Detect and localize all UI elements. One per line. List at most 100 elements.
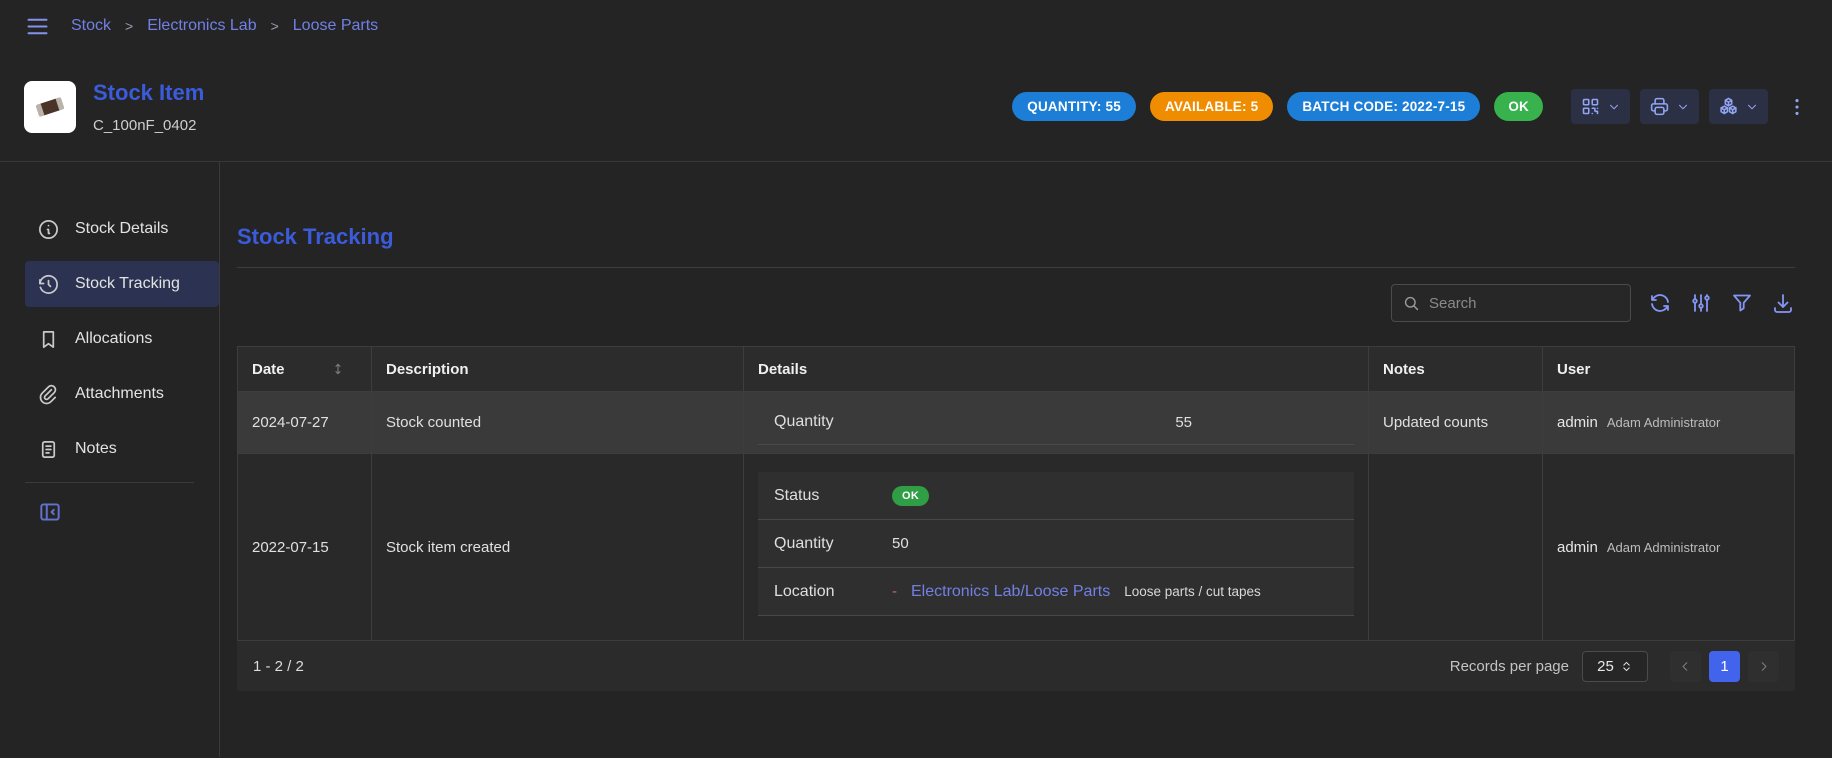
barcode-actions-button[interactable] bbox=[1571, 89, 1630, 124]
download-icon bbox=[1771, 291, 1795, 315]
table-row[interactable]: 2022-07-15 Stock item created Status OK … bbox=[238, 454, 1794, 640]
batch-code-badge: BATCH CODE: 2022-7-15 bbox=[1287, 92, 1480, 121]
filter-button[interactable] bbox=[1730, 291, 1754, 315]
adjustments-icon bbox=[1689, 291, 1713, 315]
page-1-button[interactable]: 1 bbox=[1709, 651, 1740, 682]
search-icon bbox=[1402, 294, 1421, 313]
user-cell: admin Adam Administrator bbox=[1543, 392, 1794, 453]
breadcrumb-stock[interactable]: Stock bbox=[71, 17, 111, 35]
paperclip-icon bbox=[37, 383, 60, 406]
stock-cubes-icon bbox=[1718, 96, 1739, 117]
table-columns-button[interactable] bbox=[1689, 291, 1713, 315]
breadcrumb-loose-parts[interactable]: Loose Parts bbox=[293, 17, 378, 35]
available-badge: AVAILABLE: 5 bbox=[1150, 92, 1273, 121]
date-cell: 2022-07-15 bbox=[238, 454, 372, 640]
qr-code-icon bbox=[1580, 96, 1601, 117]
top-navigation-bar: Stock > Electronics Lab > Loose Parts bbox=[0, 0, 1832, 52]
status-ok-pill: OK bbox=[892, 486, 929, 506]
dots-vertical-icon bbox=[1786, 96, 1808, 118]
location-description: Loose parts / cut tapes bbox=[1124, 584, 1261, 599]
detail-quantity-row: Quantity 50 bbox=[758, 520, 1354, 568]
username: admin bbox=[1557, 539, 1598, 556]
notes-cell: Updated counts bbox=[1369, 392, 1543, 453]
stock-actions-button[interactable] bbox=[1709, 89, 1768, 124]
breadcrumb-electronics-lab[interactable]: Electronics Lab bbox=[147, 17, 256, 35]
sidebar-collapse-button[interactable] bbox=[37, 499, 63, 525]
user-fullname: Adam Administrator bbox=[1607, 415, 1720, 430]
sidebar-item-label: Stock Tracking bbox=[75, 275, 180, 293]
panel-left-collapse-icon bbox=[37, 499, 63, 525]
breadcrumb-separator: > bbox=[271, 18, 279, 34]
previous-page-button[interactable] bbox=[1670, 651, 1701, 682]
quantity-badge: QUANTITY: 55 bbox=[1012, 92, 1136, 121]
column-header-details[interactable]: Details bbox=[744, 347, 1369, 391]
chevron-left-icon bbox=[1678, 659, 1693, 674]
sidebar-item-label: Allocations bbox=[75, 330, 152, 348]
location-link[interactable]: Electronics Lab/Loose Parts bbox=[911, 583, 1110, 601]
printer-icon bbox=[1649, 96, 1670, 117]
history-icon bbox=[37, 273, 60, 296]
panel-heading: Stock Tracking bbox=[237, 224, 1795, 250]
table-header-row: Date Description Details Notes bbox=[238, 347, 1794, 392]
details-cell: Status OK Quantity 50 Location - Electro… bbox=[744, 454, 1369, 640]
stock-tracking-panel: Stock Tracking bbox=[220, 162, 1832, 757]
quantity-value: 50 bbox=[892, 535, 909, 552]
notes-cell bbox=[1369, 454, 1543, 640]
sidebar-item-label: Stock Details bbox=[75, 220, 168, 238]
sidebar-item-allocations[interactable]: Allocations bbox=[25, 316, 219, 362]
more-options-button[interactable] bbox=[1786, 96, 1808, 118]
username: admin bbox=[1557, 414, 1598, 431]
column-header-description[interactable]: Description bbox=[372, 347, 744, 391]
column-header-date[interactable]: Date bbox=[238, 347, 372, 391]
download-button[interactable] bbox=[1771, 291, 1795, 315]
quantity-value: 55 bbox=[892, 414, 1192, 431]
page-title: Stock Item bbox=[93, 80, 204, 106]
sidebar-item-attachments[interactable]: Attachments bbox=[25, 371, 219, 417]
notes-icon bbox=[37, 438, 60, 461]
details-cell: Quantity 55 bbox=[744, 392, 1369, 453]
sidebar-item-label: Attachments bbox=[75, 385, 164, 403]
search-input[interactable] bbox=[1429, 295, 1628, 312]
refresh-icon bbox=[1648, 291, 1672, 315]
filter-funnel-icon bbox=[1730, 291, 1754, 315]
next-page-button[interactable] bbox=[1748, 651, 1779, 682]
column-header-user[interactable]: User bbox=[1543, 347, 1794, 391]
part-thumbnail[interactable] bbox=[24, 81, 76, 133]
description-cell: Stock counted bbox=[372, 392, 744, 453]
header-actions bbox=[1571, 89, 1808, 124]
chevron-down-icon bbox=[1607, 100, 1621, 114]
chevron-down-icon bbox=[1676, 100, 1690, 114]
search-box bbox=[1391, 284, 1631, 322]
heading-divider bbox=[237, 267, 1795, 268]
record-range: 1 - 2 / 2 bbox=[253, 658, 304, 675]
info-circle-icon bbox=[37, 218, 60, 241]
sidebar-item-stock-tracking[interactable]: Stock Tracking bbox=[25, 261, 219, 307]
detail-status-row: Status OK bbox=[758, 472, 1354, 520]
hamburger-menu-icon[interactable] bbox=[24, 13, 51, 40]
sidebar-item-stock-details[interactable]: Stock Details bbox=[25, 206, 219, 252]
select-chevrons-icon bbox=[1620, 660, 1633, 673]
sort-icon[interactable] bbox=[331, 362, 345, 376]
page-size-select[interactable]: 25 bbox=[1582, 651, 1648, 682]
stock-item-sidebar: Stock Details Stock Tracking Allocations bbox=[0, 162, 220, 757]
status-ok-badge: OK bbox=[1494, 92, 1543, 121]
breadcrumb: Stock > Electronics Lab > Loose Parts bbox=[71, 17, 378, 35]
detail-location-row: Location - Electronics Lab/Loose Parts L… bbox=[758, 568, 1354, 616]
part-name: C_100nF_0402 bbox=[93, 117, 204, 134]
chevron-down-icon bbox=[1745, 100, 1759, 114]
table-pagination: 1 - 2 / 2 Records per page 25 1 bbox=[237, 641, 1795, 691]
capacitor-image bbox=[29, 86, 71, 128]
pager: 1 bbox=[1670, 651, 1779, 682]
records-per-page-label: Records per page bbox=[1450, 658, 1569, 675]
user-fullname: Adam Administrator bbox=[1607, 540, 1720, 555]
user-cell: admin Adam Administrator bbox=[1543, 454, 1794, 640]
column-header-notes[interactable]: Notes bbox=[1369, 347, 1543, 391]
sidebar-item-notes[interactable]: Notes bbox=[25, 426, 219, 472]
print-actions-button[interactable] bbox=[1640, 89, 1699, 124]
refresh-button[interactable] bbox=[1648, 291, 1672, 315]
breadcrumb-separator: > bbox=[125, 18, 133, 34]
detail-quantity-row: Quantity 55 bbox=[758, 401, 1354, 445]
status-badges: QUANTITY: 55 AVAILABLE: 5 BATCH CODE: 20… bbox=[1012, 92, 1543, 121]
table-row[interactable]: 2024-07-27 Stock counted Quantity 55 Upd… bbox=[238, 392, 1794, 454]
sidebar-divider bbox=[25, 482, 194, 483]
